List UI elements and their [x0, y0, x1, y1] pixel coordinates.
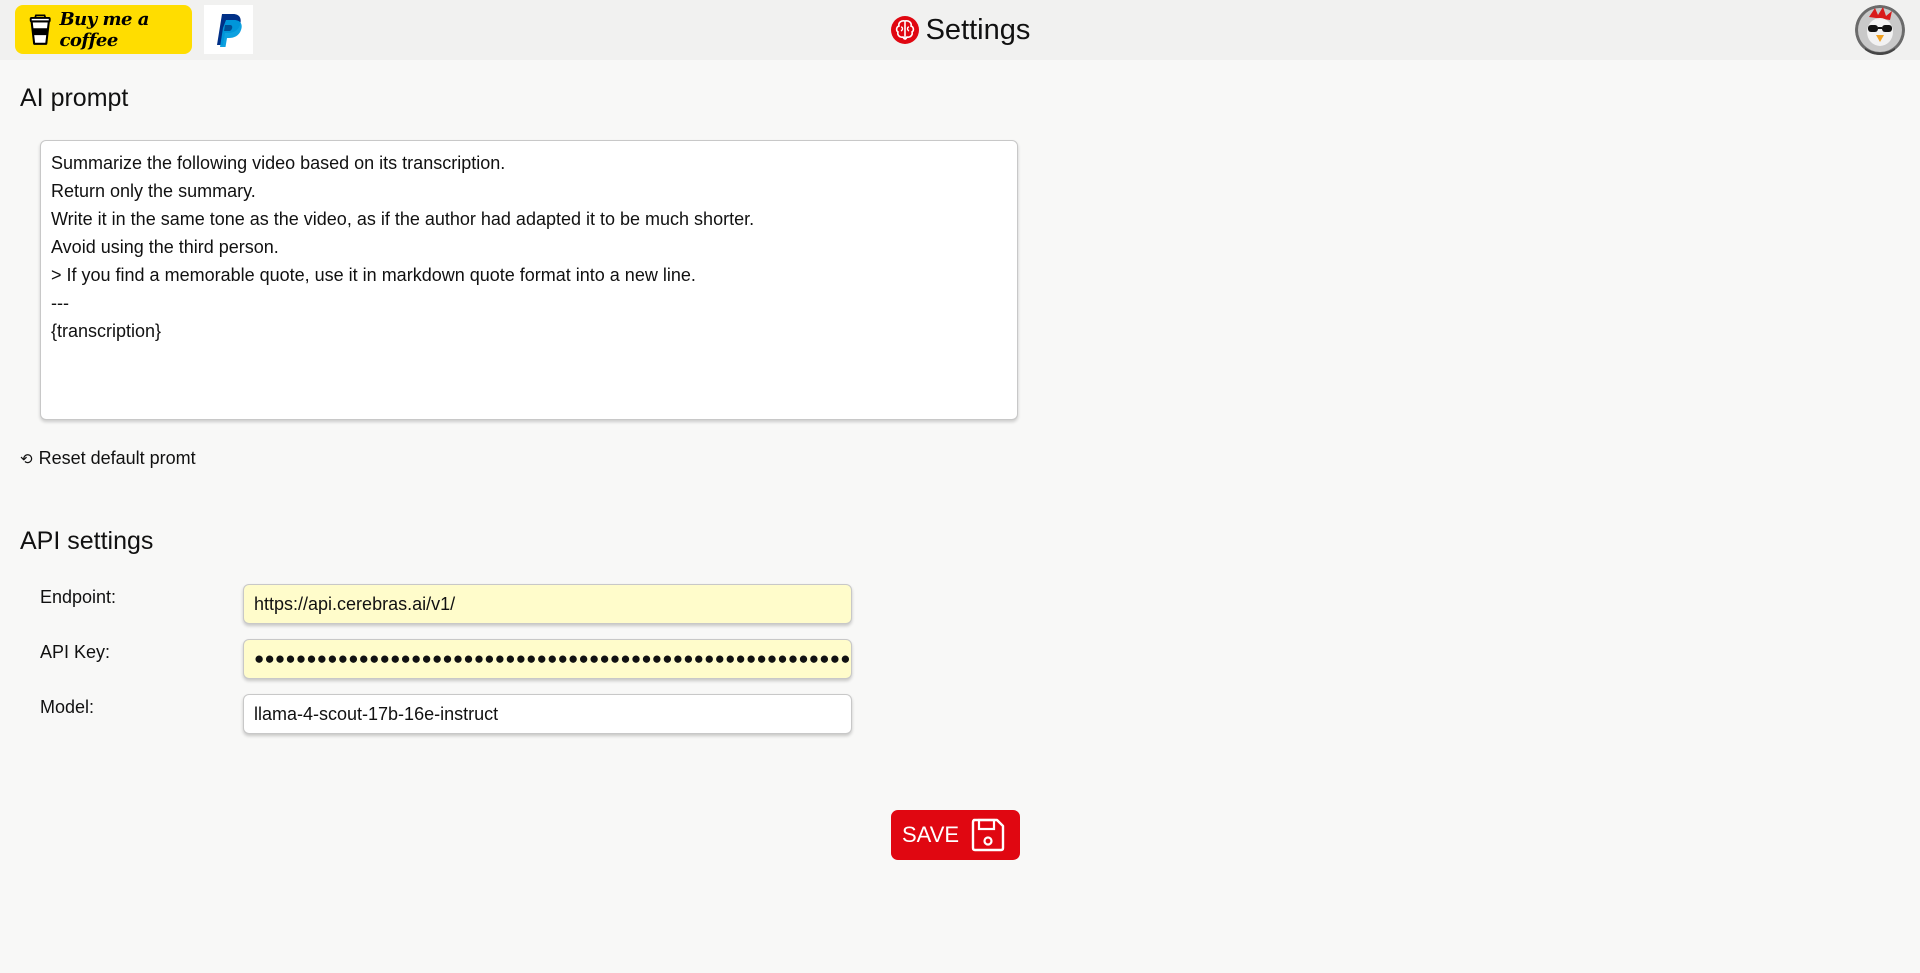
- coffee-cup-icon: [29, 13, 51, 45]
- api-key-field[interactable]: ●●●●●●●●●●●●●●●●●●●●●●●●●●●●●●●●●●●●●●●●…: [243, 639, 852, 679]
- ai-prompt-textarea[interactable]: Summarize the following video based on i…: [40, 140, 1018, 420]
- paypal-button[interactable]: [204, 5, 253, 54]
- model-field[interactable]: llama-4-scout-17b-16e-instruct: [243, 694, 852, 734]
- save-button[interactable]: SAVE: [891, 810, 1020, 860]
- floppy-disk-icon: [971, 818, 1005, 852]
- endpoint-label: Endpoint:: [40, 587, 117, 607]
- buy-me-a-coffee-button[interactable]: Buy me a coffee: [15, 5, 192, 54]
- avatar[interactable]: [1855, 5, 1905, 55]
- api-key-label: API Key:: [40, 642, 111, 662]
- paypal-icon: [216, 13, 242, 47]
- ai-prompt-heading: AI prompt: [20, 84, 129, 112]
- reset-default-prompt-label: Reset default promt: [38, 448, 196, 468]
- endpoint-field[interactable]: https://api.cerebras.ai/v1/: [243, 584, 852, 624]
- save-label: SAVE: [902, 822, 960, 847]
- api-settings-heading: API settings: [20, 527, 154, 555]
- reset-icon: ⟲: [20, 450, 33, 468]
- avatar-image: [1855, 5, 1905, 55]
- reset-default-prompt-link[interactable]: ⟲ Reset default promt: [20, 448, 196, 469]
- top-bar: Buy me a coffee: [0, 0, 1920, 60]
- model-label: Model:: [40, 697, 95, 717]
- buy-me-a-coffee-label: Buy me a coffee: [59, 8, 149, 51]
